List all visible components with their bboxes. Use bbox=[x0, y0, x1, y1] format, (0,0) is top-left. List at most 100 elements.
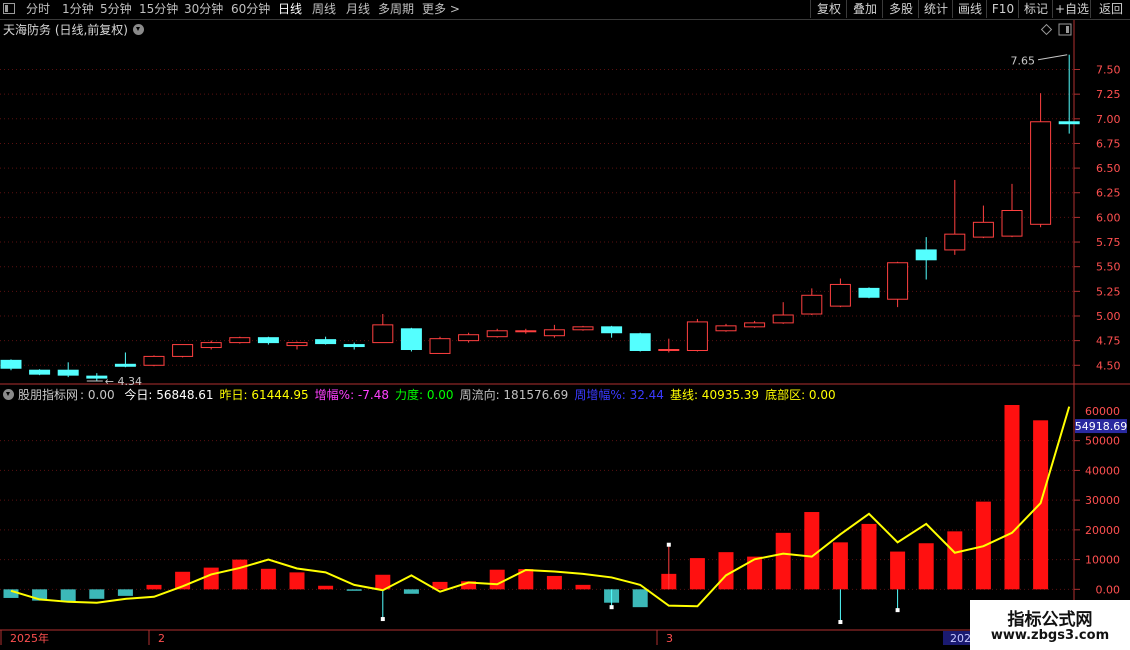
candle-body bbox=[429, 338, 451, 354]
candle-body bbox=[772, 314, 794, 324]
candle-body bbox=[286, 342, 308, 347]
candle-body bbox=[915, 249, 937, 261]
indicator-spike-dot bbox=[895, 608, 900, 613]
candle-body bbox=[372, 324, 394, 344]
watermark-title: 指标公式网 bbox=[1007, 610, 1093, 630]
candle-body bbox=[400, 328, 422, 351]
indicator-bar bbox=[689, 558, 705, 590]
price-tick-label: 7.00 bbox=[1096, 113, 1121, 126]
indicator-bar bbox=[117, 589, 133, 596]
candle-body bbox=[572, 326, 594, 331]
indicator-bar bbox=[861, 523, 877, 590]
indicator-bar bbox=[832, 542, 848, 590]
candle-body bbox=[686, 321, 708, 351]
candle-body bbox=[829, 283, 851, 307]
low-price-label: ← 4.34 bbox=[105, 375, 142, 388]
indicator-bar bbox=[632, 589, 648, 608]
x-axis-label: 3 bbox=[666, 632, 673, 645]
indicator-top-label: 60000 bbox=[1085, 405, 1120, 418]
price-tick-label: 4.50 bbox=[1096, 359, 1121, 372]
candle-body bbox=[972, 221, 994, 238]
indicator-bar bbox=[489, 569, 505, 590]
candle-body bbox=[29, 369, 51, 375]
indicator-bar bbox=[804, 512, 820, 590]
chart-canvas: 7.50 7.25 7.00 6.75 6.50 6.25 6.00 5.75 5.50 5.25… bbox=[0, 20, 1130, 645]
candle-body bbox=[629, 333, 651, 351]
candle-body bbox=[458, 334, 480, 342]
indicator-tick-label: 20000 bbox=[1085, 524, 1120, 537]
indicator-tick-label: 0.00 bbox=[1096, 583, 1121, 596]
candle-body bbox=[343, 344, 365, 348]
candle-body bbox=[229, 337, 251, 344]
candle-body bbox=[486, 330, 508, 338]
candle-body bbox=[744, 322, 766, 328]
candle-body bbox=[1001, 209, 1023, 237]
x-axis-label: 2 bbox=[158, 632, 165, 645]
price-tick-label: 4.75 bbox=[1096, 335, 1121, 348]
indicator-bar bbox=[346, 589, 362, 591]
price-tick-label: 5.75 bbox=[1096, 236, 1121, 249]
diamond-icon bbox=[1040, 23, 1053, 36]
price-tick-label: 5.25 bbox=[1096, 285, 1121, 298]
watermark-logo: 指标公式网 www.zbgs3.com bbox=[970, 600, 1130, 650]
candle-body bbox=[543, 329, 565, 337]
price-tick-label: 7.25 bbox=[1096, 88, 1121, 101]
candle-body bbox=[944, 233, 966, 251]
indicator-tick-label: 10000 bbox=[1085, 554, 1120, 567]
price-tick-label: 6.00 bbox=[1096, 211, 1121, 224]
candle-body bbox=[57, 369, 79, 376]
indicator-bar bbox=[947, 531, 963, 590]
candle-body bbox=[1030, 121, 1052, 225]
indicator-bar bbox=[203, 567, 219, 590]
indicator-bar bbox=[890, 551, 906, 590]
price-tick-label: 7.50 bbox=[1096, 64, 1121, 77]
panel-toggle-icon-bar bbox=[1066, 26, 1069, 33]
indicator-tick-label: 30000 bbox=[1085, 494, 1120, 507]
current-value-label: 54918.69 bbox=[1075, 420, 1128, 433]
indicator-bar bbox=[3, 589, 19, 598]
indicator-bar bbox=[289, 572, 305, 590]
indicator-spike-dot bbox=[380, 617, 385, 622]
indicator-bar bbox=[318, 585, 334, 590]
indicator-spike-dot bbox=[666, 542, 671, 547]
candle-body bbox=[86, 375, 108, 379]
candle-body bbox=[143, 355, 165, 366]
indicator-bar bbox=[89, 589, 105, 599]
indicator-bar bbox=[1004, 405, 1020, 590]
indicator-baseline-line bbox=[10, 406, 1071, 608]
indicator-tick-label: 50000 bbox=[1085, 435, 1120, 448]
candle-body bbox=[0, 359, 22, 369]
indicator-bar bbox=[232, 559, 248, 590]
high-price-label: 7.65 bbox=[1011, 55, 1036, 68]
indicator-bar bbox=[146, 584, 162, 590]
x-axis-label: 2025年 bbox=[10, 631, 49, 645]
watermark-url: www.zbgs3.com bbox=[990, 628, 1110, 643]
indicator-bar bbox=[575, 584, 591, 590]
candle-body bbox=[257, 337, 279, 344]
candle-body bbox=[887, 262, 909, 300]
indicator-tick-label: 40000 bbox=[1085, 464, 1120, 477]
price-tick-label: 5.00 bbox=[1096, 310, 1121, 323]
indicator-bar bbox=[60, 589, 76, 602]
indicator-bar bbox=[918, 543, 934, 590]
candle-body bbox=[515, 330, 537, 333]
indicator-bar bbox=[718, 552, 734, 590]
candle-body bbox=[200, 342, 222, 349]
indicator-bar bbox=[260, 568, 276, 590]
indicator-bar bbox=[775, 532, 791, 590]
price-tick-label: 6.75 bbox=[1096, 137, 1121, 150]
candle-body bbox=[801, 294, 823, 315]
candle-body bbox=[114, 363, 136, 367]
price-tick-label: 6.25 bbox=[1096, 187, 1121, 200]
candle-body bbox=[658, 349, 680, 352]
candle-body bbox=[172, 344, 194, 357]
price-tick-label: 5.50 bbox=[1096, 261, 1121, 274]
candle-body bbox=[715, 325, 737, 332]
indicator-spike-dot bbox=[609, 605, 614, 610]
indicator-bar bbox=[546, 575, 562, 590]
price-tick-label: 6.50 bbox=[1096, 162, 1121, 175]
indicator-spike-dot bbox=[838, 620, 843, 625]
indicator-bar bbox=[403, 589, 419, 594]
candle-body bbox=[601, 326, 623, 334]
candle-body bbox=[1058, 121, 1080, 125]
